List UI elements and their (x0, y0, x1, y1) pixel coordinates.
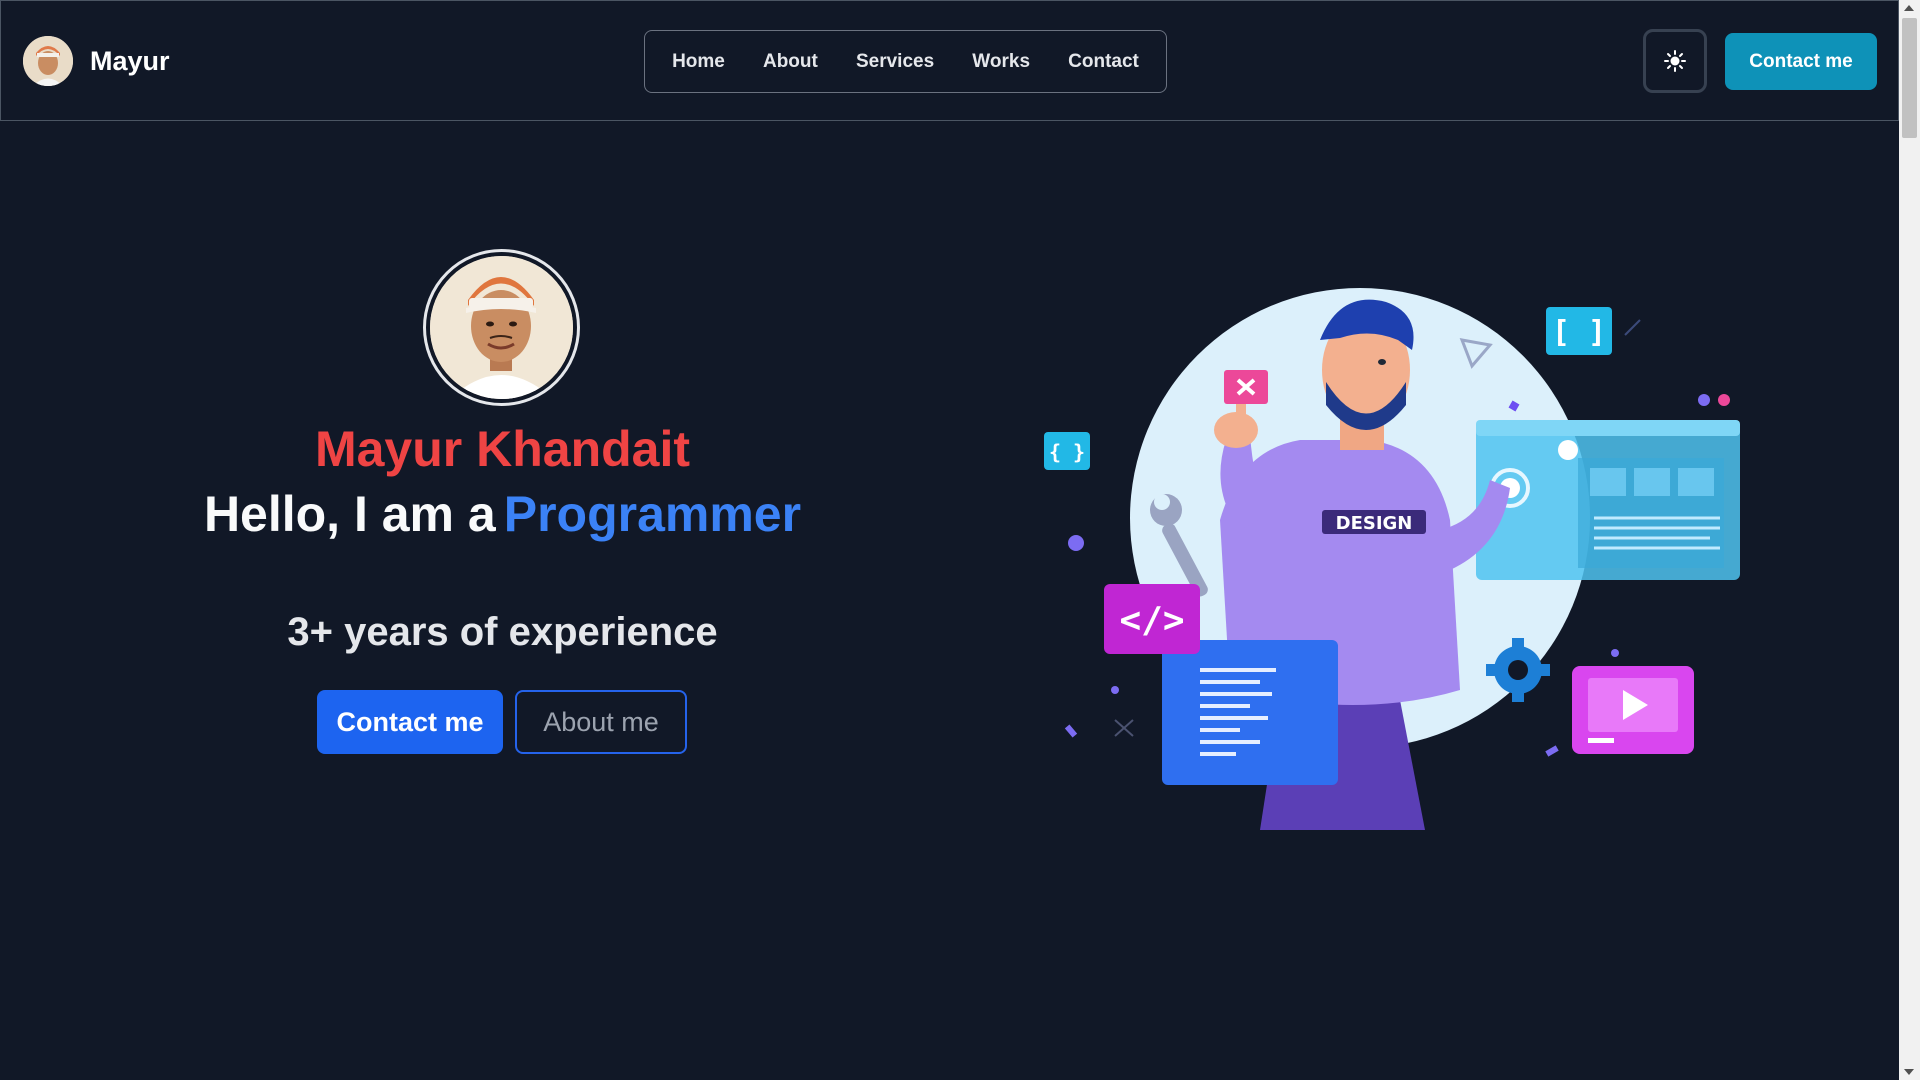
brand[interactable]: Mayur (23, 36, 170, 86)
nav-contact[interactable]: Contact (1068, 51, 1139, 73)
nav-contact-button[interactable]: Contact me (1725, 33, 1877, 90)
navbar: Mayur Home About Services Works Contact … (0, 0, 1899, 121)
hero-experience: 3+ years of experience (287, 610, 718, 654)
theme-toggle-button[interactable] (1643, 29, 1707, 93)
code-icon: </> (1104, 584, 1200, 654)
sun-icon (1664, 50, 1686, 72)
nav-services[interactable]: Services (856, 51, 934, 73)
hero-role: Programmer (503, 486, 802, 542)
svg-text:{ }: { } (1049, 440, 1085, 464)
page-scrollbar[interactable] (1899, 0, 1920, 1080)
profile-image (430, 256, 573, 399)
svg-text:</>: </> (1119, 600, 1184, 641)
nav-works[interactable]: Works (972, 51, 1030, 73)
play-icon (1572, 666, 1694, 754)
hero-about-button[interactable]: About me (515, 690, 687, 754)
hero-greeting-line: Hello, I am a Programmer (0, 485, 1005, 543)
scroll-thumb[interactable] (1902, 18, 1917, 138)
nav-home[interactable]: Home (672, 51, 725, 73)
scroll-up-arrow[interactable] (1904, 5, 1914, 11)
hero-greeting: Hello, I am a (203, 486, 496, 542)
nav-about[interactable]: About (763, 51, 818, 73)
profile-photo (423, 249, 580, 406)
brand-name: Mayur (90, 45, 170, 76)
brand-avatar (23, 36, 73, 86)
main-nav: Home About Services Works Contact (644, 30, 1167, 93)
shirt-text: DESIGN (1336, 513, 1413, 534)
hero-name: Mayur Khandait (314, 421, 691, 477)
scroll-down-arrow[interactable] (1904, 1069, 1914, 1075)
svg-text:[ ]: [ ] (1552, 315, 1606, 350)
hero-illustration: [ ] { } DESIGN </> (1040, 270, 1760, 840)
hero-contact-button[interactable]: Contact me (317, 690, 503, 754)
